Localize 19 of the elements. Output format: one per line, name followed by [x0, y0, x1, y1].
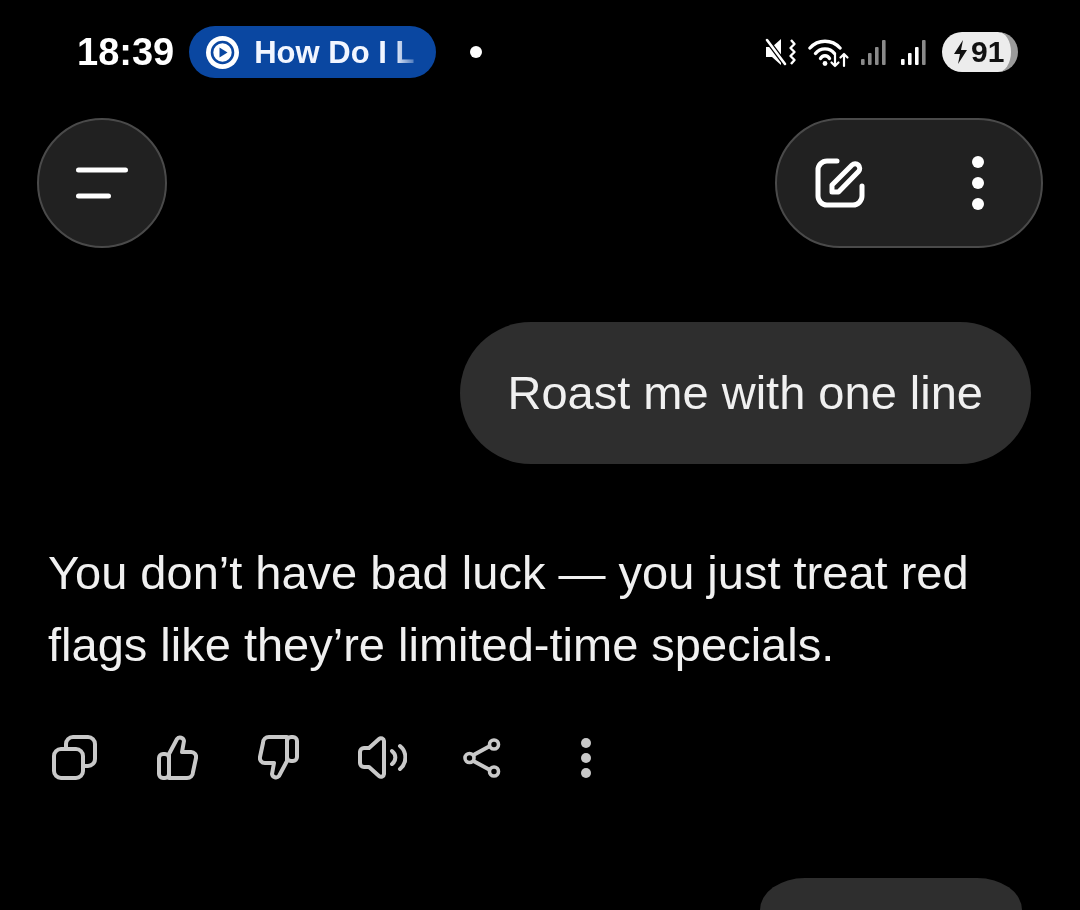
- response-text: You don’t have bad luck — you just treat red flags like they’re limited-time specials.: [48, 545, 970, 673]
- edit-icon[interactable]: [813, 156, 867, 210]
- more-icon[interactable]: [972, 156, 984, 210]
- signal-icon: [900, 39, 928, 65]
- notification-dot-icon: [470, 46, 483, 58]
- speaker-icon[interactable]: [357, 735, 407, 780]
- play-icon: [206, 35, 240, 69]
- media-chip[interactable]: How Do I L: [189, 26, 437, 78]
- share-icon[interactable]: [463, 737, 501, 778]
- thumbs-up-icon[interactable]: [157, 735, 198, 780]
- thumbs-down-icon[interactable]: [258, 735, 299, 780]
- battery-percentage: 91: [971, 37, 1005, 67]
- more-icon[interactable]: [579, 736, 593, 779]
- menu-icon: [76, 167, 128, 199]
- status-time: 18:39: [77, 33, 175, 71]
- copy-icon[interactable]: [52, 735, 97, 780]
- message-bubble: Roast me with one line: [459, 322, 1031, 464]
- signal-icon: [860, 39, 888, 65]
- mute-vibrate-icon: [764, 37, 797, 67]
